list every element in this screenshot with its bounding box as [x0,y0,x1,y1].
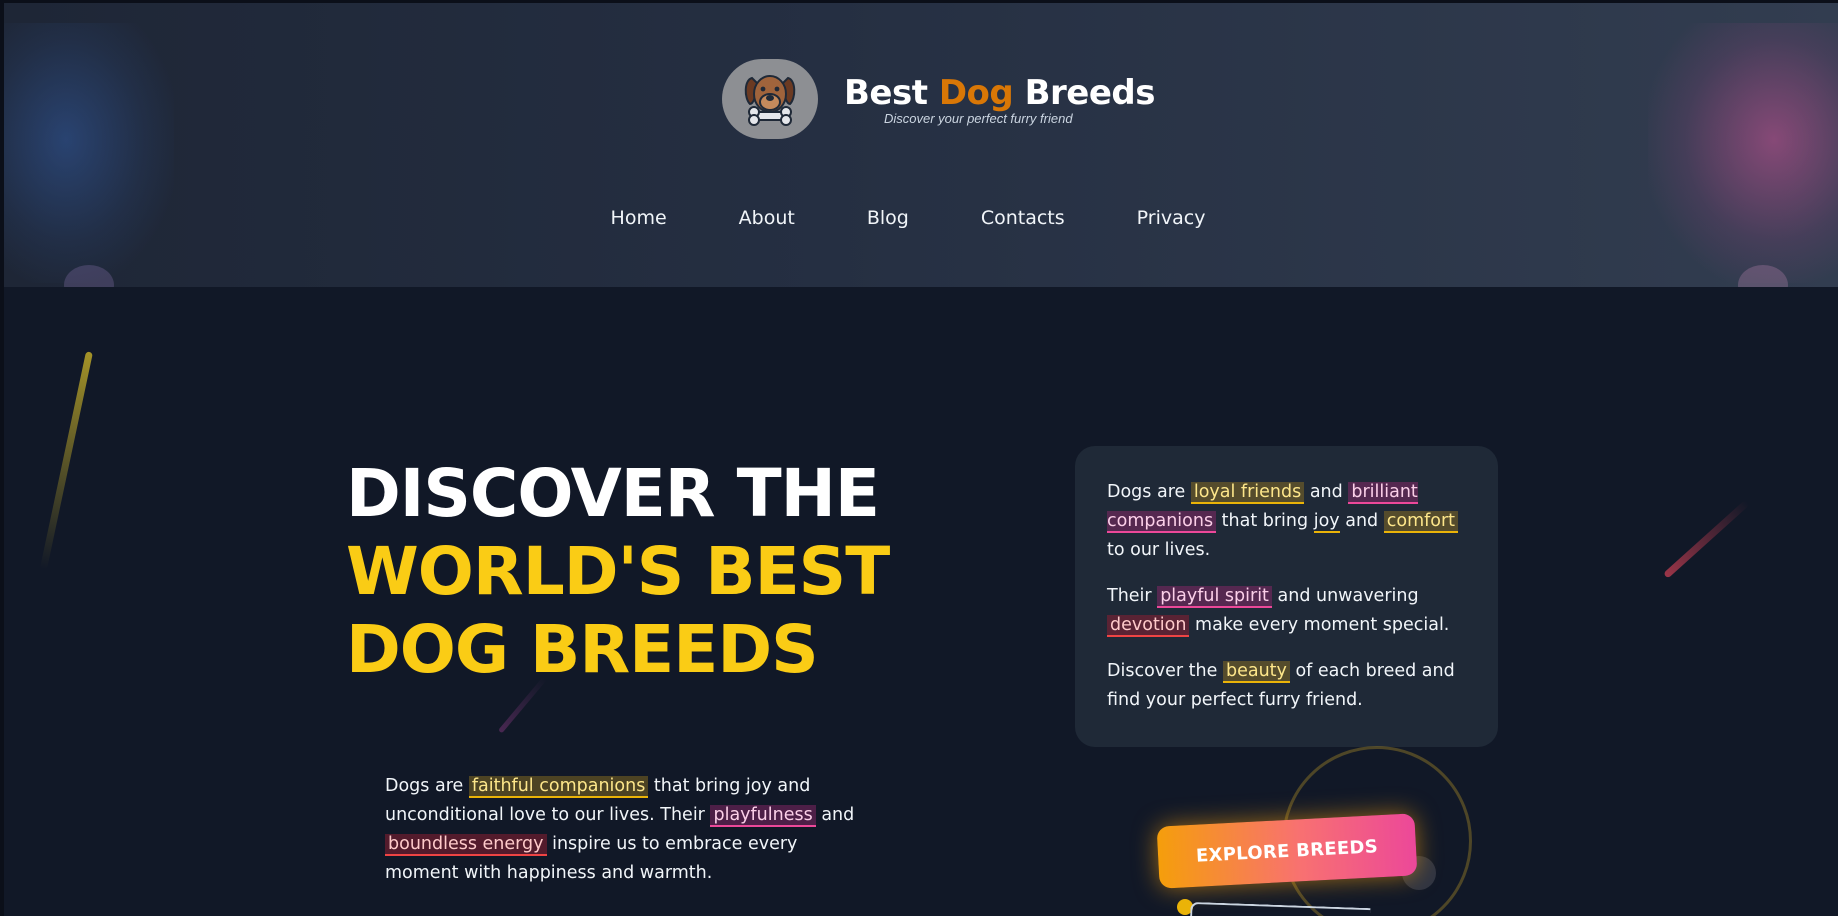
text: Dogs are [1107,482,1186,502]
site-header: Best Dog Breeds Discover your perfect fu… [4,3,1838,287]
text: Dogs are [385,776,464,796]
title-accent: Dog [938,72,1014,113]
brand[interactable]: Best Dog Breeds Discover your perfect fu… [722,59,1155,139]
nav-contacts[interactable]: Contacts [981,207,1065,229]
text: Their [1107,586,1152,606]
nav-privacy[interactable]: Privacy [1137,207,1206,229]
info-card: Dogs are loyal friends and brilliant com… [1075,446,1498,747]
hero-title-line-3: DOG BREEDS [346,611,819,688]
highlight-comfort: comfort [1383,511,1459,533]
text: to our lives. [1107,540,1211,560]
text: and [1309,482,1343,502]
title-part-1: Best [844,72,928,113]
text: Discover the [1107,661,1218,681]
text: that bring [1221,511,1309,531]
highlight-devotion: devotion [1107,615,1190,637]
card-paragraph-2: Their playful spirit and unwavering devo… [1107,582,1474,640]
decorative-blob-left [4,23,174,283]
main-nav: Home About Blog Contacts Privacy [4,207,1838,229]
text: and [821,805,855,825]
highlight-playfulness: playfulness [710,805,816,827]
hero-title-line-1: DISCOVER THE [346,455,880,532]
text: and unwavering [1277,586,1419,606]
dog-face-with-bone-icon[interactable] [722,59,818,139]
card-paragraph-1: Dogs are loyal friends and brilliant com… [1107,478,1474,565]
title-part-3: Breeds [1024,72,1156,113]
site-title: Best Dog Breeds [844,73,1155,113]
hero-title: DISCOVER THE WORLD'S BEST DOG BREEDS [346,455,890,689]
nav-home[interactable]: Home [611,207,667,229]
highlight-playful-spirit: playful spirit [1157,586,1272,608]
decorative-line-pink [1663,499,1750,579]
highlight-beauty: beauty [1222,661,1290,683]
hero-paragraph: Dogs are faithful companions that bring … [385,772,855,888]
nav-about[interactable]: About [739,207,795,229]
site-subtitle: Discover your perfect furry friend [884,110,1073,126]
highlight-faithful-companions: faithful companions [468,776,649,798]
card-paragraph-3: Discover the beauty of each breed and fi… [1107,657,1474,715]
nav-blog[interactable]: Blog [867,207,909,229]
highlight-loyal-friends: loyal friends [1190,482,1305,504]
decorative-line-yellow [39,351,93,570]
text: and [1345,511,1379,531]
text: make every moment special. [1195,615,1450,635]
highlight-joy: joy [1313,511,1340,533]
highlight-boundless-energy: boundless energy [385,834,547,856]
brand-text: Best Dog Breeds Discover your perfect fu… [844,73,1155,126]
decorative-blob-right [1648,23,1838,283]
hero-title-line-2: WORLD'S BEST [346,533,890,610]
